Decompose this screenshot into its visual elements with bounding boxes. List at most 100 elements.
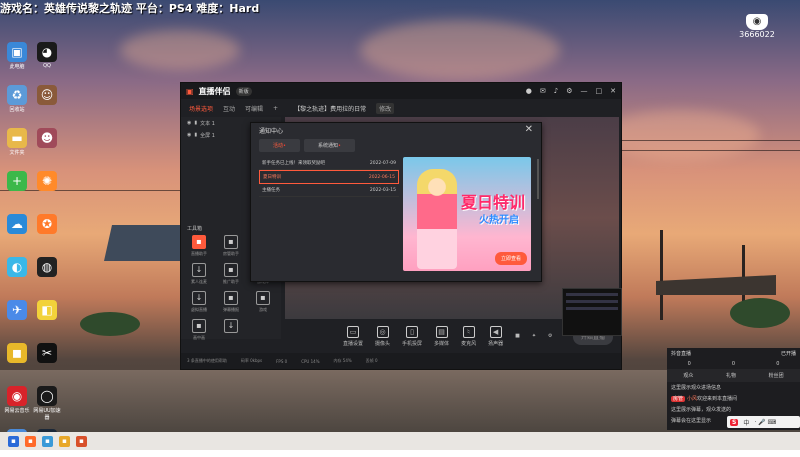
app-brand: 直播伴侣 [198, 86, 231, 96]
desktop-shortcut[interactable]: ☁ [2, 214, 32, 235]
desktop-shortcut[interactable]: ◉ 网易云音乐 [2, 386, 32, 414]
version-badge[interactable]: 新版 [235, 86, 252, 96]
camera-button[interactable]: ◎ 摄像头 [375, 325, 390, 347]
tool-item[interactable]: ↓ [215, 319, 247, 341]
desktop-shortcut[interactable]: ✈ [2, 300, 32, 321]
desktop-shortcut[interactable]: ✂ [32, 343, 62, 364]
speaker-button[interactable]: ◀ 扬声器 [488, 325, 503, 347]
stream-info-overlay: 游戏名：英雄传说黎之轨迹 平台：PS4 难度：Hard [0, 2, 260, 15]
bell-icon[interactable]: ♪ [554, 87, 558, 95]
ime-extras[interactable]: · 🎤 ⌨ [754, 419, 776, 426]
tab-interact[interactable]: 互动 [223, 104, 235, 113]
app-icon[interactable]: ▪ [76, 435, 87, 447]
tool-item[interactable]: ▪ 直播助手 [183, 235, 215, 257]
avatar[interactable]: ● [526, 87, 532, 95]
sogou-icon[interactable]: S [730, 418, 739, 426]
tool-item[interactable]: ▪ 房管助手 [215, 235, 247, 257]
lock-icon[interactable]: ▮ [194, 132, 197, 138]
tab-audience[interactable]: 观众 [683, 372, 693, 379]
desktop-shortcut[interactable]: ◯ 网易UU加速器 [32, 386, 62, 421]
tool-item[interactable]: ▪ 弹幕播报 [215, 291, 247, 313]
tool-item[interactable]: ↓ 素人连麦 [183, 263, 215, 285]
close-icon[interactable]: ✕ [610, 87, 616, 95]
live-settings-button[interactable]: ▭ 直播设置 [343, 325, 363, 347]
desktop-shortcut[interactable]: ◕ QQ [32, 42, 62, 69]
stream-title: 【黎之轨迹】费用拉的日常 [294, 105, 367, 113]
explorer-icon[interactable]: ▪ [59, 435, 70, 447]
edit-title-button[interactable]: 修改 [376, 102, 395, 114]
mini-line [566, 307, 618, 310]
microphone-button[interactable]: ♮ 麦克风 [461, 325, 477, 347]
scrollbar[interactable] [537, 159, 539, 199]
dialog-tab[interactable]: 活动• [259, 139, 300, 152]
add-tab-icon[interactable]: + [273, 105, 278, 112]
browser-icon[interactable]: ▪ [42, 435, 53, 447]
lock-icon[interactable]: ▮ [194, 120, 197, 126]
help-hint[interactable]: 3 条直播中的使用帮助 [187, 358, 227, 364]
maximize-icon[interactable]: □ [596, 87, 603, 95]
mini-preview-window[interactable] [562, 288, 622, 336]
tab-fans[interactable]: 粉丝团 [769, 372, 784, 379]
desktop-shortcut[interactable]: ☺ [32, 85, 62, 106]
ime-mode[interactable]: 中 [743, 418, 749, 427]
effects-icon[interactable]: ✦ [532, 333, 536, 339]
desktop-shortcut[interactable]: ♻ 回收站 [2, 85, 32, 113]
tool-item[interactable]: ▪ 画中画 [183, 319, 215, 341]
user-icon: ▪ [224, 235, 238, 249]
media-button[interactable]: ▤ 多媒体 [434, 325, 449, 347]
tab-gifts[interactable]: 礼物 [726, 372, 736, 379]
tool-item[interactable]: ↓ 虚拟直播 [183, 291, 215, 313]
desktop-shortcut[interactable]: ◍ [32, 257, 62, 278]
chat-username[interactable]: 小风 [687, 396, 697, 402]
desktop-shortcut[interactable]: ▬ 文件夹 [2, 128, 32, 156]
dialog-tab[interactable]: 系统通知• [303, 139, 355, 152]
stream-logo: ◉ 3666022 [737, 14, 777, 50]
chat-text: 这里展示观众进场信息 [671, 385, 722, 391]
ime-toolbar[interactable]: S 中 · 🎤 ⌨ [727, 416, 800, 428]
cloud-service-icon: ☁ [7, 214, 27, 234]
desktop-shortcut[interactable]: + [2, 171, 32, 192]
view-now-button[interactable]: 立即查看 [494, 252, 527, 265]
desktop-shortcut[interactable]: ◼ [2, 343, 32, 364]
broadcast-icon: ▪ [224, 291, 238, 305]
gear-icon[interactable]: ⚙ [548, 333, 552, 339]
settings-icon[interactable]: ⚙ [566, 87, 572, 95]
shortcut-label: 网易UU加速器 [33, 408, 61, 421]
tool-item[interactable]: ▪ 推广助手 [215, 263, 247, 285]
desktop-shortcut[interactable]: ◧ [32, 300, 62, 321]
live-assistant-icon: ▪ [192, 235, 206, 249]
status-item: 丢帧 0 [365, 358, 378, 363]
desktop-shortcut[interactable]: ▣ 此电脑 [2, 42, 32, 70]
anime-girl-illustration [417, 169, 457, 269]
eye-icon[interactable]: ◉ [187, 132, 191, 138]
tool-item[interactable]: ▪ 游戏 [247, 291, 279, 313]
start-icon[interactable]: ▪ [8, 435, 19, 447]
phone-icon: ▯ [406, 325, 419, 338]
recycle-bin-icon: ♻ [7, 85, 27, 105]
desktop-shortcut[interactable]: ☻ [32, 128, 62, 149]
desktop-shortcut[interactable]: ✪ [32, 214, 62, 235]
desktop-shortcut[interactable]: ✺ [32, 171, 62, 192]
minimize-icon[interactable]: — [581, 87, 588, 95]
tab-editable[interactable]: 可编辑 [245, 104, 263, 113]
game-avatar-icon: ☺ [37, 85, 57, 105]
wallpaper-cloud [360, 20, 560, 80]
notification-title: 新手任务已上线！来领取奖励吧 [262, 161, 325, 166]
dialog-tab-label: 系统通知 [317, 143, 338, 149]
notification-item[interactable]: 主播任务 2022-03-15 [259, 184, 399, 197]
eye-icon[interactable]: ◉ [187, 120, 191, 126]
event-banner[interactable]: 夏日特训 火热开启 立即查看 [403, 157, 531, 271]
desktop-shortcut[interactable]: ◐ [2, 257, 32, 278]
notification-item[interactable]: 新手任务已上线！来领取奖励吧 2022-07-09 [259, 157, 399, 170]
message-icon[interactable]: ✉ [540, 87, 546, 95]
control-label: 麦克风 [461, 340, 477, 347]
tab-scenes[interactable]: 场景选项 [189, 104, 213, 113]
notification-center-dialog[interactable]: 通知中心 ✕ 活动• 系统通知• 新手任务已上线！来领取奖励吧 2022-07-09… [250, 122, 542, 282]
close-icon[interactable]: ✕ [525, 124, 533, 135]
record-icon[interactable]: ■ [515, 333, 520, 339]
notification-item[interactable]: 夏日特训 2022-06-15 [259, 170, 399, 184]
phone-cast-button[interactable]: ▯ 手机投屏 [402, 325, 422, 347]
trees [80, 312, 140, 336]
search-icon[interactable]: ▪ [25, 435, 36, 447]
tool-label: 素人连麦 [191, 279, 207, 284]
